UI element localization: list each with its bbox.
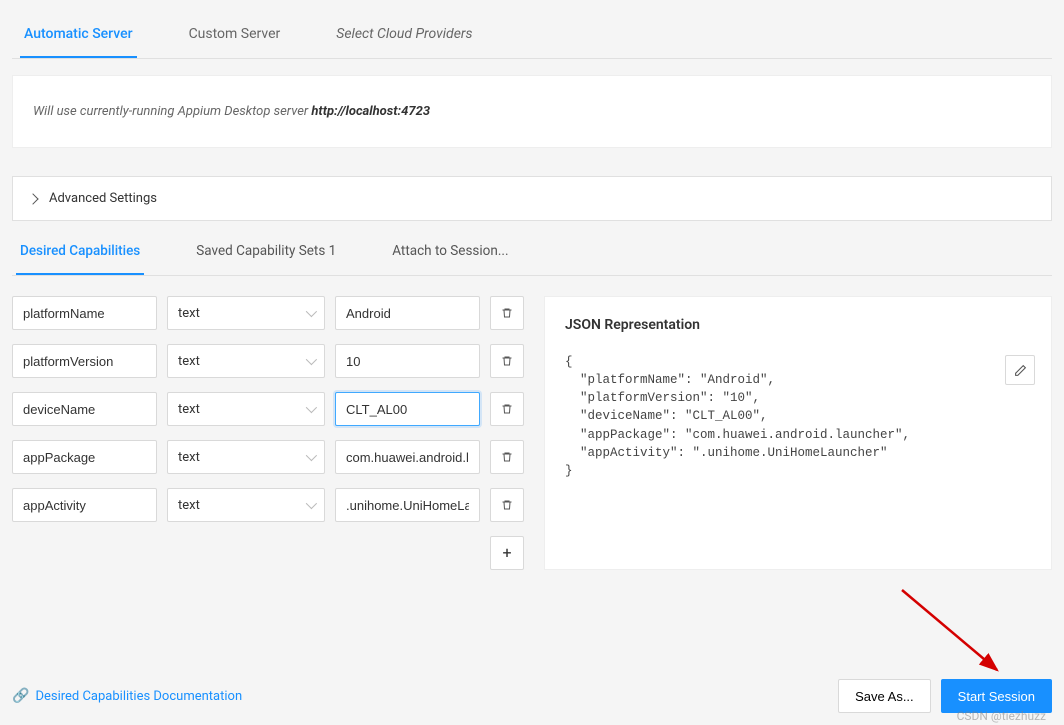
tab-desired-capabilities[interactable]: Desired Capabilities [16, 229, 144, 275]
tab-cloud-providers[interactable]: Select Cloud Providers [332, 12, 476, 58]
server-info-prefix: Will use currently-running Appium Deskto… [33, 104, 311, 119]
json-panel-title: JSON Representation [565, 317, 1031, 333]
cap-value-input[interactable] [335, 392, 480, 426]
annotation-arrow [892, 580, 1022, 690]
chevron-down-icon [306, 402, 317, 413]
capability-row: text [12, 488, 524, 522]
cap-name-input[interactable] [12, 296, 157, 330]
start-session-button[interactable]: Start Session [941, 679, 1052, 713]
cap-type-select[interactable]: text [167, 488, 325, 522]
cap-type-select[interactable]: text [167, 440, 325, 474]
delete-cap-button[interactable] [490, 440, 524, 474]
chevron-down-icon [306, 498, 317, 509]
cap-value-input[interactable] [335, 440, 480, 474]
cap-type-select[interactable]: text [167, 344, 325, 378]
tab-automatic-server[interactable]: Automatic Server [20, 12, 137, 58]
tab-attach-to-session[interactable]: Attach to Session... [388, 229, 512, 275]
doc-link[interactable]: 🔗 Desired Capabilities Documentation [12, 688, 242, 704]
trash-icon [501, 450, 513, 464]
cap-name-input[interactable] [12, 344, 157, 378]
plus-icon: + [502, 545, 511, 561]
cap-name-input[interactable] [12, 440, 157, 474]
cap-type-select[interactable]: text [167, 296, 325, 330]
capability-row: text [12, 392, 524, 426]
json-body: { "platformName": "Android", "platformVe… [565, 353, 1031, 480]
footer: 🔗 Desired Capabilities Documentation Sav… [12, 679, 1052, 713]
cap-type-value: text [178, 306, 200, 321]
cap-value-input[interactable] [335, 488, 480, 522]
cap-value-input[interactable] [335, 344, 480, 378]
cap-value-input[interactable] [335, 296, 480, 330]
edit-json-button[interactable] [1005, 355, 1035, 385]
delete-cap-button[interactable] [490, 344, 524, 378]
pencil-icon [1014, 364, 1027, 377]
server-info-box: Will use currently-running Appium Deskto… [12, 75, 1052, 148]
trash-icon [501, 402, 513, 416]
capability-row: text [12, 440, 524, 474]
chevron-right-icon [27, 193, 38, 204]
json-representation-panel: JSON Representation { "platformName": "A… [544, 296, 1052, 570]
save-as-button[interactable]: Save As... [838, 679, 931, 713]
server-url: http://localhost:4723 [311, 104, 430, 119]
advanced-settings-toggle[interactable]: Advanced Settings [12, 176, 1052, 221]
cap-type-value: text [178, 450, 200, 465]
chevron-down-icon [306, 450, 317, 461]
cap-type-value: text [178, 402, 200, 417]
delete-cap-button[interactable] [490, 488, 524, 522]
cap-name-input[interactable] [12, 488, 157, 522]
trash-icon [501, 306, 513, 320]
cap-name-input[interactable] [12, 392, 157, 426]
link-icon: 🔗 [12, 688, 29, 704]
delete-cap-button[interactable] [490, 392, 524, 426]
capability-row: text [12, 296, 524, 330]
capability-row: text [12, 344, 524, 378]
cap-type-select[interactable]: text [167, 392, 325, 426]
tab-saved-capability-sets[interactable]: Saved Capability Sets 1 [192, 229, 340, 275]
trash-icon [501, 354, 513, 368]
doc-link-label: Desired Capabilities Documentation [35, 689, 242, 704]
chevron-down-icon [306, 354, 317, 365]
add-cap-button[interactable]: + [490, 536, 524, 570]
chevron-down-icon [306, 306, 317, 317]
cap-type-value: text [178, 498, 200, 513]
server-tabs: Automatic Server Custom Server Select Cl… [12, 12, 1052, 59]
cap-type-value: text [178, 354, 200, 369]
delete-cap-button[interactable] [490, 296, 524, 330]
advanced-settings-label: Advanced Settings [49, 191, 157, 206]
capability-tabs: Desired Capabilities Saved Capability Se… [12, 229, 1052, 276]
trash-icon [501, 498, 513, 512]
capabilities-form: text text [12, 296, 524, 570]
tab-custom-server[interactable]: Custom Server [185, 12, 285, 58]
